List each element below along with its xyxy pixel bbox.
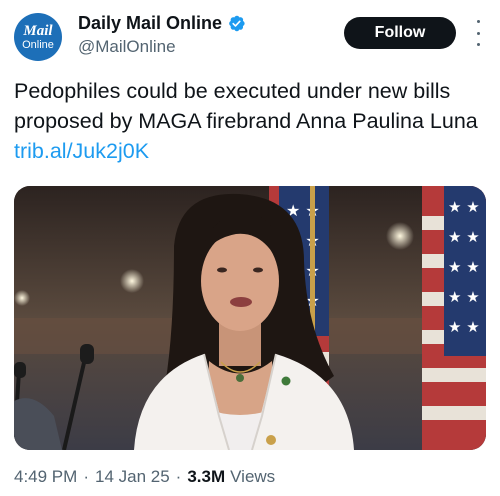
more-dot	[476, 43, 480, 46]
tweet-body: Pedophiles could be executed under new b…	[14, 79, 478, 133]
views-label: Views	[230, 467, 276, 486]
avatar-logo-line1: Mail	[23, 22, 53, 39]
account-handle[interactable]: @MailOnline	[78, 37, 246, 57]
meta-separator: ·	[83, 467, 89, 486]
meta-separator: ·	[175, 467, 182, 486]
display-name[interactable]: Daily Mail Online	[78, 13, 222, 34]
tweet-photo[interactable]: ★ ★ ★ ★ ★ ★ ★ ★ ★ ★ ★ ★ ★ ★ ★ ★ ★ ★	[14, 186, 486, 450]
photo-woman-speaking-flags: ★ ★ ★ ★ ★ ★ ★ ★ ★ ★ ★ ★ ★ ★ ★ ★ ★ ★	[14, 186, 486, 450]
more-dot	[476, 20, 480, 23]
avatar[interactable]: Mail Online	[14, 13, 62, 61]
tweet-date[interactable]: 14 Jan 25	[95, 467, 170, 487]
tweet-link[interactable]: trib.al/Juk2j0K	[14, 139, 149, 163]
more-dot	[476, 31, 480, 35]
tweet-time[interactable]: 4:49 PM	[14, 467, 77, 487]
display-name-row: Daily Mail Online	[78, 13, 246, 34]
more-options-icon[interactable]	[470, 20, 486, 46]
svg-text:★ ★: ★ ★	[448, 198, 480, 216]
follow-button[interactable]: Follow	[344, 17, 456, 49]
svg-text:★ ★: ★ ★	[448, 258, 480, 276]
avatar-logo-line2: Online	[22, 38, 54, 51]
american-flag-right: ★ ★ ★ ★ ★ ★ ★ ★ ★ ★	[422, 186, 486, 450]
tweet-text: Pedophiles could be executed under new b…	[14, 76, 484, 166]
verified-badge-icon	[229, 15, 245, 32]
account-names: Daily Mail Online @MailOnline	[78, 13, 246, 57]
svg-text:★ ★: ★ ★	[448, 318, 480, 336]
svg-text:★ ★: ★ ★	[448, 288, 480, 306]
views-count: 3.3M	[187, 467, 226, 486]
svg-text:★ ★: ★ ★	[448, 228, 480, 246]
tweet-meta: 4:49 PM · 14 Jan 25 · 3.3M Views	[14, 467, 275, 487]
tweet-header: Mail Online Daily Mail Online @MailOnlin…	[0, 0, 500, 62]
